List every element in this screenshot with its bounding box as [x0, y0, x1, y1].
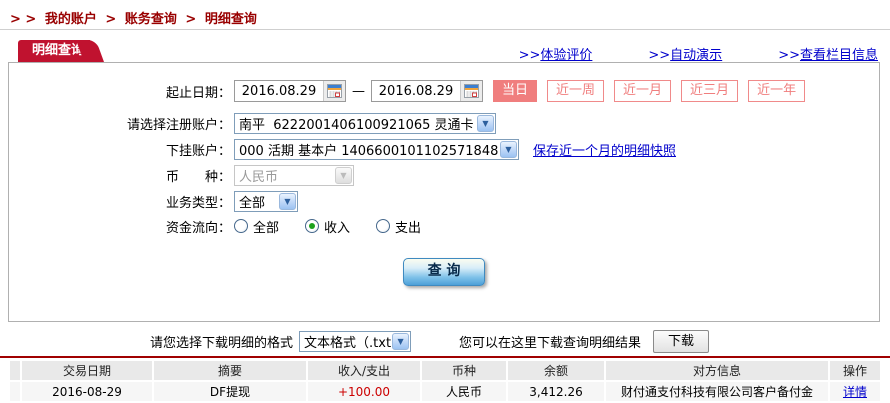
download-hint: 您可以在这里下载查询明细结果: [459, 335, 642, 351]
cell-currency: 人民币: [422, 382, 506, 401]
col-header-currency: 币种: [422, 361, 506, 380]
link-prefix: >>: [778, 48, 800, 63]
date-range-row: 起止日期： 2016.08.29 — 2016.08.29 当日 近一周 近一月…: [9, 79, 879, 103]
breadcrumb: > > 我的账户 > 账务查询 > 明细查询: [10, 8, 261, 27]
table-top-divider: [0, 356, 890, 358]
start-date-value[interactable]: 2016.08.29: [235, 84, 323, 99]
registered-account-row: 请选择注册账户： 南平 6222001406100921065 灵通卡 ▼: [9, 111, 879, 135]
end-date-value[interactable]: 2016.08.29: [372, 84, 460, 99]
chevron-down-icon: ▼: [279, 192, 296, 210]
fund-flow-label: 资金流向：: [165, 220, 231, 236]
header-links: >>体验评价 >>自动演示 >>查看栏目信息: [519, 44, 878, 63]
breadcrumb-separator: >: [105, 12, 117, 27]
radio-label: 全部: [253, 220, 280, 236]
currency-select: 人民币 ▼: [234, 164, 354, 186]
radio-label: 支出: [395, 220, 422, 236]
cell-amount: +100.00: [308, 382, 420, 401]
registered-account-label: 请选择注册账户：: [126, 117, 231, 133]
detail-query-page: > > 我的账户 > 账务查询 > 明细查询 明细查询 >>体验评价 >>自动演…: [0, 0, 890, 403]
currency-label: 币 种：: [165, 169, 231, 185]
chevron-down-icon: ▼: [335, 166, 352, 184]
date-range-label: 起止日期：: [165, 85, 231, 101]
query-form-panel: 起止日期： 2016.08.29 — 2016.08.29 当日 近一周 近一月…: [8, 62, 880, 322]
chevron-down-icon: ▼: [477, 114, 494, 132]
radio-icon: [376, 219, 391, 233]
calendar-icon[interactable]: [323, 81, 345, 101]
link-label: 自动演示: [670, 48, 723, 63]
cell-balance: 3,412.26: [508, 382, 604, 401]
col-header-action: 操作: [830, 361, 880, 380]
quick-range-3months-button[interactable]: 近三月: [681, 80, 739, 102]
col-header-date: 交易日期: [22, 361, 152, 380]
breadcrumb-item-my-account[interactable]: 我的账户: [45, 12, 97, 27]
cell-action: 详情: [830, 382, 880, 401]
download-button[interactable]: 下载: [653, 329, 710, 353]
col-header-counterparty: 对方信息: [606, 361, 828, 380]
breadcrumb-prefix: > >: [10, 12, 37, 27]
transactions-table: 交易日期 摘要 收入/支出 币种 余额 对方信息 操作 2016-08-29 D…: [8, 359, 882, 403]
download-row: 请您选择下载明细的格式 文本格式（.txt） ▼ 您可以在这里下载查询明细结果 …: [0, 328, 890, 354]
quick-range-month-button[interactable]: 近一月: [614, 80, 672, 102]
col-header-summary: 摘要: [154, 361, 306, 380]
header-divider: [0, 29, 890, 30]
fund-flow-option-income[interactable]: 收入: [305, 217, 350, 236]
download-format-select[interactable]: 文本格式（.txt） ▼: [299, 330, 412, 352]
quick-range-year-button[interactable]: 近一年: [748, 80, 806, 102]
col-header-balance: 余额: [508, 361, 604, 380]
sub-account-value: 000 活期 基本户 1406600101102571848: [239, 143, 499, 159]
registered-account-value: 南平 6222001406100921065 灵通卡: [239, 117, 474, 133]
download-format-value: 文本格式（.txt）: [304, 335, 392, 351]
col-header-amount: 收入/支出: [308, 361, 420, 380]
experience-rating-link[interactable]: >>体验评价: [519, 44, 593, 63]
sub-account-row: 下挂账户： 000 活期 基本户 1406600101102571848 ▼ 保…: [9, 137, 879, 161]
query-button[interactable]: 查 询: [403, 258, 485, 286]
quick-range-week-button[interactable]: 近一周: [547, 80, 605, 102]
date-range-separator: —: [352, 83, 365, 99]
cell-summary: DF提现: [154, 382, 306, 401]
business-type-select[interactable]: 全部 ▼: [234, 190, 298, 212]
end-date-field[interactable]: 2016.08.29: [371, 80, 483, 102]
tab-detail-query[interactable]: 明细查询: [18, 40, 91, 62]
sub-account-label: 下挂账户：: [165, 143, 231, 159]
fund-flow-row: 资金流向： 全部 收入 支出: [9, 214, 879, 238]
detail-link[interactable]: 详情: [843, 385, 867, 399]
radio-label: 收入: [324, 220, 351, 236]
cell-counterparty: 财付通支付科技有限公司客户备付金: [606, 382, 828, 401]
link-prefix: >>: [648, 48, 671, 63]
breadcrumb-item-detail-query[interactable]: 明细查询: [205, 12, 257, 27]
business-type-value: 全部: [239, 195, 266, 211]
radio-checked-icon: [305, 219, 320, 233]
cell-date: 2016-08-29: [22, 382, 152, 401]
fund-flow-option-expense[interactable]: 支出: [376, 217, 421, 236]
chevron-down-icon: ▼: [392, 332, 410, 350]
business-type-label: 业务类型：: [165, 195, 231, 211]
link-prefix: >>: [518, 48, 541, 63]
currency-row: 币 种： 人民币 ▼: [9, 163, 879, 187]
view-column-info-link[interactable]: >>查看栏目信息: [778, 44, 878, 63]
calendar-icon[interactable]: [460, 81, 482, 101]
table-row: 2016-08-29 DF提现 +100.00 人民币 3,412.26 财付通…: [10, 382, 880, 401]
download-format-label: 请您选择下载明细的格式: [150, 335, 294, 351]
breadcrumb-item-account-query[interactable]: 账务查询: [125, 12, 177, 27]
link-label: 查看栏目信息: [799, 48, 878, 63]
registered-account-select[interactable]: 南平 6222001406100921065 灵通卡 ▼: [234, 112, 496, 134]
auto-demo-link[interactable]: >>自动演示: [648, 44, 722, 63]
table-header-row: 交易日期 摘要 收入/支出 币种 余额 对方信息 操作: [10, 361, 880, 380]
sub-account-select[interactable]: 000 活期 基本户 1406600101102571848 ▼: [234, 138, 519, 160]
chevron-down-icon: ▼: [500, 140, 517, 158]
spacer-cell: [10, 382, 20, 401]
radio-icon: [234, 219, 248, 233]
quick-range-today-button[interactable]: 当日: [493, 80, 538, 102]
fund-flow-option-all[interactable]: 全部: [234, 217, 279, 236]
start-date-field[interactable]: 2016.08.29: [234, 80, 346, 102]
spacer-cell: [10, 361, 20, 380]
business-type-row: 业务类型： 全部 ▼: [9, 189, 879, 213]
breadcrumb-separator: >: [185, 12, 197, 27]
link-label: 体验评价: [540, 48, 593, 63]
save-snapshot-link[interactable]: 保存近一个月的明细快照: [533, 140, 676, 159]
currency-value: 人民币: [239, 169, 279, 185]
